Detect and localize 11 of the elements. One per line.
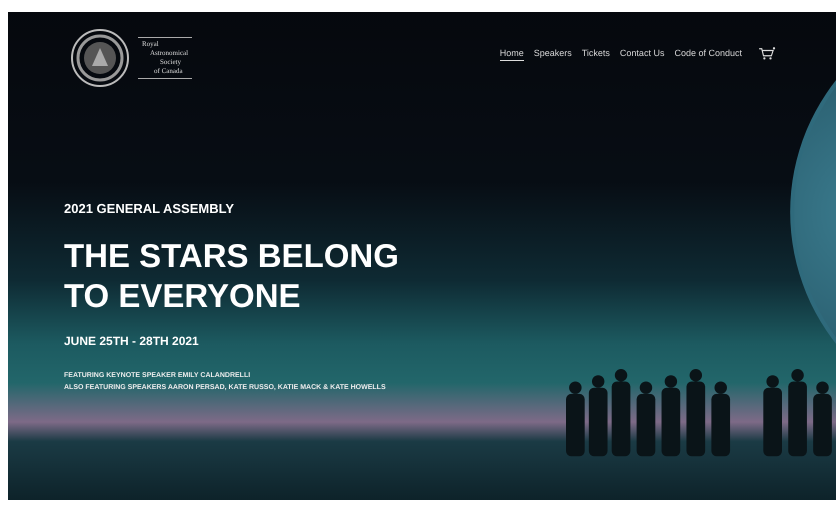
headline: TO EVERYONE	[64, 276, 301, 316]
nav-link[interactable]: Code of Conduct	[674, 48, 742, 60]
event-subtitle: 2021 GENERAL ASSEMBLY	[64, 201, 234, 216]
seal-icon	[70, 28, 130, 88]
nav-link[interactable]: Home	[500, 48, 524, 60]
nav-link[interactable]: Contact Us	[620, 48, 664, 60]
shopping-cart-icon[interactable]	[758, 47, 776, 61]
nav-link[interactable]: Tickets	[582, 48, 610, 60]
headline: THE STARS BELONG	[64, 236, 399, 276]
event-dates: JUNE 25TH - 28TH 2021	[64, 334, 199, 348]
nav-link[interactable]: Speakers	[534, 48, 572, 60]
